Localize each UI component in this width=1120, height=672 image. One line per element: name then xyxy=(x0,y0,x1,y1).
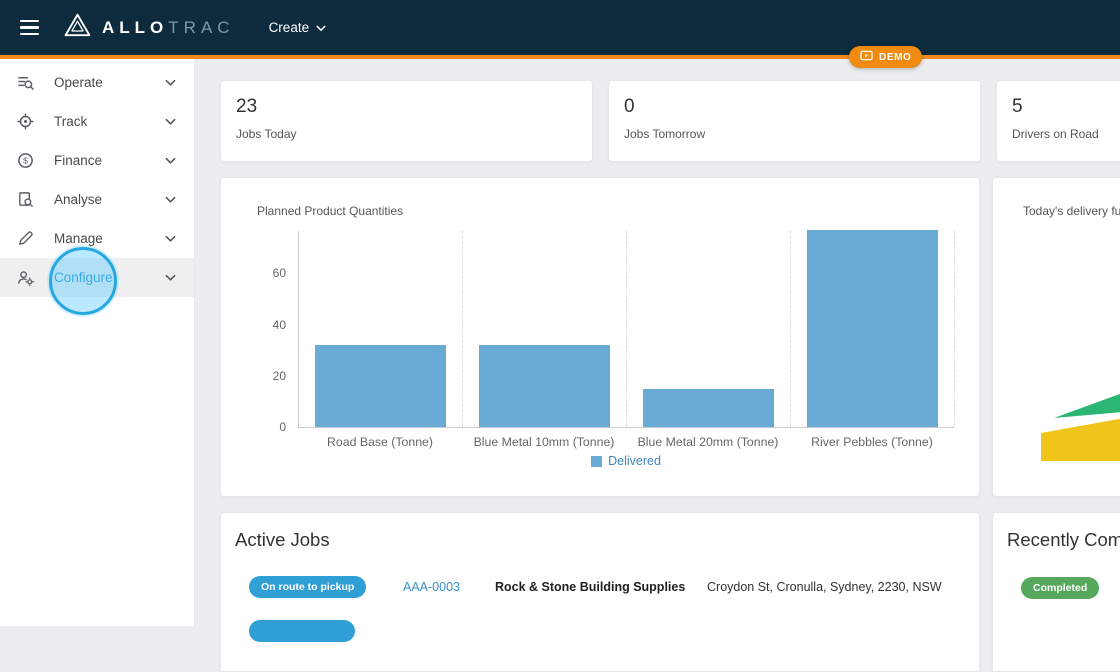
stat-label: Drivers on Road xyxy=(1012,127,1120,141)
sidebar: Operate Track $ Finance Analyse Manage Configu… xyxy=(0,59,195,626)
operate-search-list-icon xyxy=(16,74,34,92)
sidebar-item-label: Track xyxy=(54,114,87,129)
sidebar-item-label: Manage xyxy=(54,231,103,246)
demo-label: DEMO xyxy=(879,52,911,63)
y-axis-tick-label: 20 xyxy=(256,369,286,383)
job-id-link[interactable]: AAA-0003 xyxy=(403,580,495,594)
bar-blue-metal-20mm-tonne- xyxy=(643,389,773,427)
stat-value: 23 xyxy=(236,96,592,118)
sidebar-item-label: Operate xyxy=(54,75,103,90)
sidebar-item-label: Configure xyxy=(54,270,113,285)
fulfilment-area-chart xyxy=(1041,366,1120,466)
top-bar: ALLOTRAC Create xyxy=(0,0,1120,55)
active-jobs-card: Active Jobs On route to pickup AAA-0003Ro… xyxy=(220,512,980,672)
fulfilment-title: Today's delivery fulfilment xyxy=(1023,204,1120,218)
analyse-document-icon xyxy=(16,191,34,209)
chart-category-cell xyxy=(463,231,627,427)
job-customer: Rock & Stone Building Supplies xyxy=(495,580,707,594)
stat-label: Jobs Tomorrow xyxy=(624,127,980,141)
stat-label: Jobs Today xyxy=(236,127,592,141)
planned-quantities-card: Planned Product Quantities 0 20 40 60 Road … xyxy=(220,177,980,497)
manage-pencil-icon xyxy=(16,230,34,248)
stats-row: 23 Jobs Today 0 Jobs Tomorrow 5 Drivers on Ro… xyxy=(220,80,1120,162)
svg-text:$: $ xyxy=(23,156,28,166)
recently-completed-card: Recently Completed Completed xyxy=(992,512,1120,672)
active-job-row: On route to pickup AAA-0003Rock & Stone B… xyxy=(249,576,979,598)
bar-chart-plot xyxy=(298,231,954,428)
sidebar-item-analyse[interactable]: Analyse xyxy=(0,180,194,219)
chart-category-cell xyxy=(791,231,955,427)
configure-user-gear-icon xyxy=(16,269,34,287)
chart-category-cell xyxy=(299,231,463,427)
chevron-down-icon xyxy=(165,196,176,204)
y-axis-tick-label: 0 xyxy=(256,420,286,434)
active-job-row-partial xyxy=(249,620,979,642)
recently-completed-title: Recently Completed xyxy=(1007,529,1120,551)
y-axis-tick-label: 40 xyxy=(256,318,286,332)
sidebar-item-configure[interactable]: Configure xyxy=(0,258,194,297)
stat-card: 0 Jobs Tomorrow xyxy=(608,80,981,162)
sidebar-item-operate[interactable]: Operate xyxy=(0,63,194,102)
legend-swatch xyxy=(591,456,602,467)
status-pill: On route to pickup xyxy=(249,576,366,598)
chart-legend: Delivered xyxy=(298,454,954,468)
x-axis-labels: Road Base (Tonne)Blue Metal 10mm (Tonne)… xyxy=(298,435,954,451)
x-axis-tick-label: Road Base (Tonne) xyxy=(298,435,462,449)
logo-mountain-icon xyxy=(63,13,92,42)
finance-dollar-icon: $ xyxy=(16,152,34,170)
chevron-down-icon xyxy=(165,274,176,282)
x-axis-tick-label: Blue Metal 20mm (Tonne) xyxy=(626,435,790,449)
brand-text: ALLOTRAC xyxy=(102,18,235,38)
status-pill-partial xyxy=(249,620,355,642)
create-label: Create xyxy=(269,20,310,35)
recently-completed-row: Completed xyxy=(1021,577,1120,599)
y-axis: 0204060 xyxy=(254,231,292,428)
legend-label: Delivered xyxy=(608,454,661,468)
chevron-down-icon xyxy=(165,79,176,87)
chevron-down-icon xyxy=(316,20,326,35)
chart-title: Planned Product Quantities xyxy=(257,204,403,218)
y-axis-tick-label: 60 xyxy=(256,266,286,280)
chevron-down-icon xyxy=(165,235,176,243)
stat-value: 0 xyxy=(624,96,980,118)
demo-slideshow-icon xyxy=(860,50,873,64)
demo-badge: DEMO xyxy=(849,46,922,68)
sidebar-item-label: Analyse xyxy=(54,192,102,207)
sidebar-item-manage[interactable]: Manage xyxy=(0,219,194,258)
stat-value: 5 xyxy=(1012,96,1120,118)
track-target-icon xyxy=(16,113,34,131)
create-menu[interactable]: Create xyxy=(269,20,327,35)
bar-blue-metal-10mm-tonne- xyxy=(479,345,609,427)
chevron-down-icon xyxy=(165,118,176,126)
x-axis-tick-label: River Pebbles (Tonne) xyxy=(790,435,954,449)
sidebar-item-track[interactable]: Track xyxy=(0,102,194,141)
bar-river-pebbles-tonne- xyxy=(807,230,937,427)
completed-status-pill: Completed xyxy=(1021,577,1099,599)
stat-card: 23 Jobs Today xyxy=(220,80,593,162)
chevron-down-icon xyxy=(165,157,176,165)
delivery-fulfilment-card: Today's delivery fulfilment xyxy=(992,177,1120,497)
allotrac-logo: ALLOTRAC xyxy=(63,13,235,42)
sidebar-item-finance[interactable]: $ Finance xyxy=(0,141,194,180)
menu-icon[interactable] xyxy=(16,16,43,40)
stat-card: 5 Drivers on Road xyxy=(996,80,1120,162)
x-axis-tick-label: Blue Metal 10mm (Tonne) xyxy=(462,435,626,449)
job-address: Croydon St, Cronulla, Sydney, 2230, NSW xyxy=(707,580,979,594)
sidebar-item-label: Finance xyxy=(54,153,102,168)
chart-category-cell xyxy=(627,231,791,427)
active-jobs-title: Active Jobs xyxy=(235,529,979,551)
accent-bar xyxy=(0,55,1120,59)
bar-road-base-tonne- xyxy=(315,345,445,427)
